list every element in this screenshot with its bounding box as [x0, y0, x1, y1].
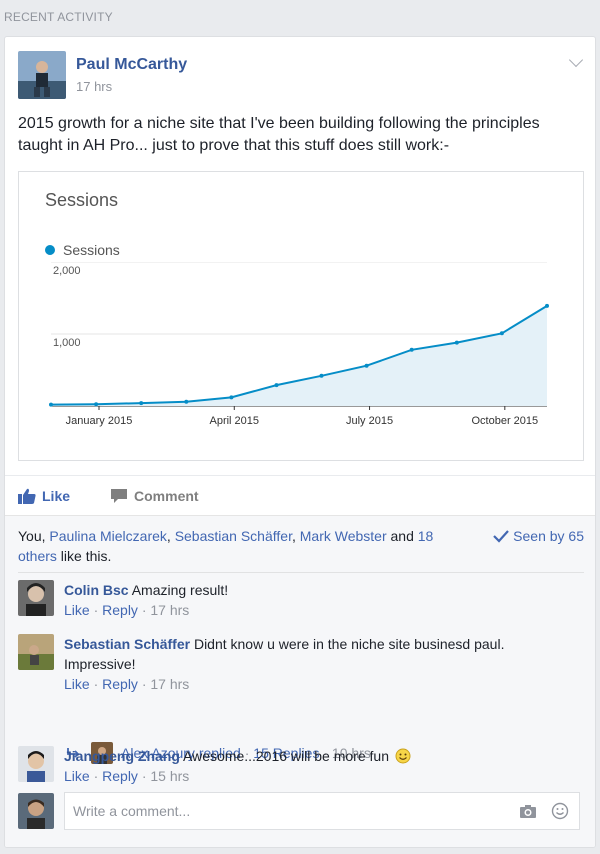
thumbs-up-icon	[18, 488, 36, 504]
comment-author[interactable]: Colin Bsc	[64, 582, 129, 598]
likes-suffix: like this.	[56, 548, 112, 564]
comment-reply-link[interactable]: Reply	[102, 768, 138, 784]
chart-image[interactable]: Sessions Sessions 2,000 1,000 January 2015…	[18, 171, 584, 461]
comment-reply-link[interactable]: Reply	[102, 602, 138, 618]
data-point	[545, 303, 549, 308]
data-point	[364, 363, 369, 368]
chart-legend: Sessions	[45, 242, 120, 258]
data-point	[409, 347, 414, 352]
comment-like-link[interactable]: Like	[64, 602, 90, 618]
comment-author[interactable]: Sebastian Schäffer	[64, 636, 190, 652]
comment: Jiangpeng Zhang Awesome...2016 will be m…	[18, 746, 578, 786]
y-tick-label: 2,000	[53, 265, 81, 277]
comment-icon	[111, 488, 128, 503]
data-point	[139, 401, 144, 406]
x-tick-label: October 2015	[471, 415, 538, 427]
comment-time[interactable]: 15 hrs	[150, 768, 189, 784]
seen-by-label: Seen by 65	[513, 528, 584, 544]
divider	[18, 572, 584, 573]
data-point	[184, 399, 189, 404]
author-name[interactable]: Paul McCarthy	[76, 55, 187, 75]
post-timestamp[interactable]: 17 hrs	[76, 79, 187, 94]
comment-like-link[interactable]: Like	[64, 676, 90, 692]
x-tick-label: January 2015	[66, 415, 133, 427]
data-point	[229, 395, 234, 400]
comment-time[interactable]: 17 hrs	[150, 602, 189, 618]
smiley-emoji-icon	[395, 748, 411, 764]
chevron-down-icon[interactable]	[568, 52, 584, 68]
section-header: RECENT ACTIVITY	[4, 10, 113, 24]
comment-reply-link[interactable]: Reply	[102, 676, 138, 692]
legend-label: Sessions	[63, 242, 120, 258]
x-tick-label: April 2015	[209, 415, 259, 427]
liker-link[interactable]: Paulina Mielczarek	[49, 528, 167, 544]
comment-input-placeholder: Write a comment...	[73, 803, 191, 819]
avatar[interactable]	[18, 634, 54, 670]
post-card: Paul McCarthy 17 hrs 2015 growth for a n…	[4, 36, 596, 848]
post-text: 2015 growth for a niche site that I've b…	[18, 115, 540, 154]
comment-button[interactable]: Comment	[110, 488, 199, 504]
camera-icon[interactable]	[519, 803, 537, 819]
comment-composer: Write a comment...	[18, 792, 580, 830]
chart-title: Sessions	[45, 190, 119, 210]
likes-prefix: You,	[18, 528, 50, 544]
liker-link[interactable]: Sebastian Schäffer	[175, 528, 292, 544]
seen-by[interactable]: Seen by 65	[493, 526, 584, 546]
y-tick-label: 1,000	[53, 337, 81, 349]
likes-summary: You, Paulina Mielczarek, Sebastian Schäf…	[18, 526, 584, 564]
sessions-chart: 2,000 1,000 January 2015 April 2015 July 201…	[49, 262, 549, 427]
comment-like-link[interactable]: Like	[64, 768, 90, 784]
data-point	[274, 383, 279, 388]
comment-text: Awesome...2016 will be more fun	[183, 748, 389, 764]
data-point	[49, 402, 53, 407]
avatar[interactable]	[18, 793, 54, 829]
data-point	[454, 340, 459, 345]
like-label: Like	[42, 487, 71, 504]
comment-time[interactable]: 17 hrs	[150, 676, 189, 692]
comment-input[interactable]: Write a comment...	[64, 792, 580, 830]
legend-dot	[45, 245, 55, 255]
data-point	[94, 402, 99, 407]
feedback-section: You, Paulina Mielczarek, Sebastian Schäf…	[5, 515, 595, 847]
comment: Colin Bsc Amazing result! Like · Reply ·…	[18, 580, 578, 620]
checkmark-icon	[493, 530, 509, 543]
data-point	[499, 331, 504, 336]
like-button[interactable]: Like	[18, 488, 70, 504]
post-actions: Like Comment	[5, 475, 595, 515]
data-point	[319, 373, 324, 378]
x-tick-label: July 2015	[346, 415, 393, 427]
likes-and: and	[386, 528, 414, 544]
post-header: Paul McCarthy 17 hrs	[18, 51, 187, 101]
emoji-icon[interactable]	[551, 802, 569, 820]
comment: Sebastian Schäffer Didnt know u were in …	[18, 634, 578, 694]
series-area	[51, 305, 547, 406]
comment-label: Comment	[134, 487, 199, 504]
comment-author[interactable]: Jiangpeng Zhang	[64, 748, 180, 764]
liker-link[interactable]: Mark Webster	[300, 528, 387, 544]
avatar[interactable]	[18, 580, 54, 616]
avatar[interactable]	[18, 746, 54, 782]
comment-text: Amazing result!	[131, 582, 229, 598]
avatar[interactable]	[18, 51, 66, 99]
